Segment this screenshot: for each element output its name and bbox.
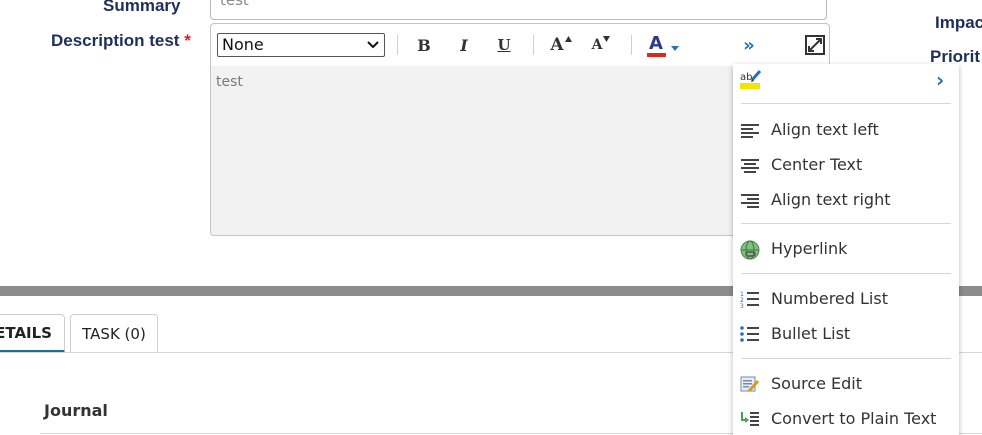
menu-item-label: Center Text	[771, 155, 863, 174]
bold-button[interactable]: B	[411, 32, 437, 58]
highlight-menu-item[interactable]: ab ›	[733, 64, 959, 96]
caret-down-icon	[603, 36, 611, 42]
tab-details[interactable]: ETAILS	[0, 314, 65, 353]
menu-item-align-right[interactable]: Align text right	[733, 184, 959, 216]
font-color-dropdown-icon	[671, 45, 679, 51]
impact-label: Impac	[935, 13, 982, 33]
journal-heading: Journal	[44, 401, 108, 420]
fullscreen-button[interactable]	[802, 32, 828, 58]
menu-item-numbered-list[interactable]: 1 2 3 Numbered List	[733, 283, 959, 315]
editor-toolbar: None B I U A A A »	[211, 24, 829, 66]
highlight-icon: ab	[740, 70, 762, 89]
font-select-value: None	[222, 35, 264, 54]
menu-item-hyperlink[interactable]: Hyperlink	[733, 233, 959, 265]
description-label-text: Description test	[51, 31, 180, 50]
shrink-font-button[interactable]: A	[588, 32, 614, 58]
underline-icon: U	[497, 36, 511, 54]
svg-text:ab: ab	[740, 72, 752, 83]
plain-text-icon	[741, 412, 759, 426]
menu-separator	[741, 103, 951, 104]
summary-input-value: test	[220, 0, 249, 9]
submenu-arrow-icon: ›	[936, 68, 945, 92]
toolbar-separator	[631, 35, 632, 55]
align-center-icon	[741, 159, 759, 173]
editor-content-text: test	[216, 74, 243, 90]
menu-item-label: Hyperlink	[771, 239, 848, 258]
menu-item-source-edit[interactable]: Source Edit	[733, 368, 959, 400]
menu-item-bullet-list[interactable]: Bullet List	[733, 318, 959, 350]
summary-input[interactable]: test	[210, 0, 827, 20]
svg-text:3: 3	[740, 303, 744, 308]
chevron-down-icon	[367, 41, 379, 49]
menu-item-label: Convert to Plain Text	[771, 409, 937, 428]
menu-separator	[741, 358, 951, 359]
expand-icon	[805, 35, 825, 55]
tab-task-label: TASK (0)	[82, 324, 146, 343]
more-tools-menu: ab › Align text left Center Text Align t…	[733, 64, 959, 435]
font-color-swatch	[647, 53, 666, 57]
bold-icon: B	[417, 35, 431, 55]
menu-item-label: Bullet List	[771, 324, 851, 343]
tab-task[interactable]: TASK (0)	[70, 314, 158, 352]
italic-button[interactable]: I	[451, 32, 477, 58]
toolbar-separator	[397, 35, 398, 55]
font-color-glyph: A	[649, 33, 663, 54]
grow-font-button[interactable]: A	[548, 32, 574, 58]
summary-label-text: Summary	[103, 0, 181, 15]
shrink-font-icon: A	[591, 37, 603, 53]
menu-item-label: Numbered List	[771, 289, 888, 308]
underline-button[interactable]: U	[491, 32, 517, 58]
required-marker: *	[184, 31, 191, 50]
menu-item-align-left[interactable]: Align text left	[733, 114, 959, 146]
tab-details-label: ETAILS	[0, 323, 52, 342]
description-label: Description test *	[51, 31, 191, 51]
align-left-icon	[741, 124, 759, 138]
menu-separator	[741, 223, 951, 224]
hyperlink-icon	[740, 240, 760, 260]
align-right-icon	[741, 194, 759, 208]
font-color-button[interactable]: A	[645, 32, 689, 58]
summary-label: Summary	[103, 0, 180, 16]
menu-item-center-text[interactable]: Center Text	[733, 149, 959, 181]
grow-font-icon: A	[550, 35, 564, 55]
menu-item-label: Align text right	[771, 190, 891, 209]
bullet-list-icon	[740, 326, 759, 342]
font-select[interactable]: None	[217, 33, 385, 57]
menu-separator	[741, 273, 951, 274]
caret-up-icon	[564, 36, 572, 42]
numbered-list-icon: 1 2 3	[740, 291, 759, 308]
menu-item-convert-plain-text[interactable]: Convert to Plain Text	[733, 403, 959, 435]
journal-heading-text: Journal	[44, 401, 108, 420]
menu-item-label: Align text left	[771, 120, 879, 139]
toolbar-separator	[533, 35, 534, 55]
more-tools-button[interactable]: »	[736, 32, 762, 58]
italic-icon: I	[460, 35, 468, 55]
impact-label-text: Impac	[935, 13, 982, 32]
source-edit-icon	[740, 376, 760, 393]
more-tools-icon: »	[743, 34, 755, 56]
font-color-icon: A	[645, 33, 667, 57]
menu-item-label: Source Edit	[771, 374, 863, 393]
search-icon	[802, 0, 818, 1]
